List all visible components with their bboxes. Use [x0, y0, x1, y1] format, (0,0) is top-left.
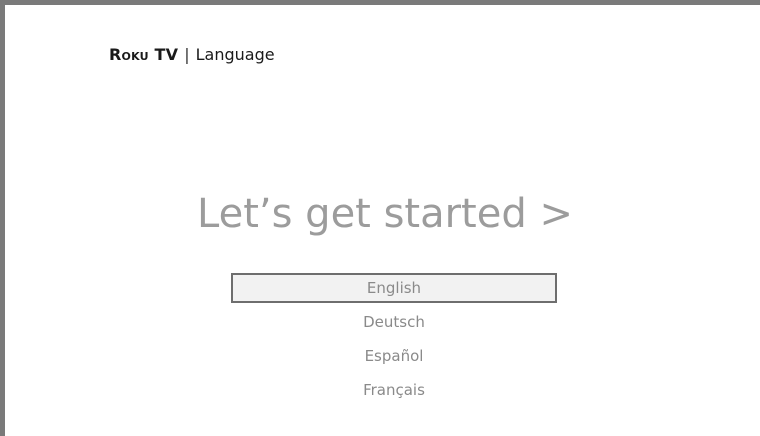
- language-option-espanol[interactable]: Español: [231, 341, 557, 371]
- screen-title: Language: [195, 45, 275, 64]
- header: Roku TV | Language: [109, 45, 275, 64]
- brand-tv: TV: [154, 45, 179, 64]
- roku-tv-logo: Roku TV: [109, 45, 178, 64]
- language-option-deutsch[interactable]: Deutsch: [231, 307, 557, 337]
- header-separator: |: [184, 45, 190, 64]
- tv-screen: Roku TV | Language Let’s get started > Eng…: [0, 0, 760, 436]
- language-option-english[interactable]: English: [231, 273, 557, 303]
- brand-name: Roku: [109, 45, 149, 64]
- language-list: English Deutsch Español Français: [231, 273, 557, 409]
- get-started-heading: Let’s get started >: [197, 191, 573, 237]
- language-option-francais[interactable]: Français: [231, 375, 557, 405]
